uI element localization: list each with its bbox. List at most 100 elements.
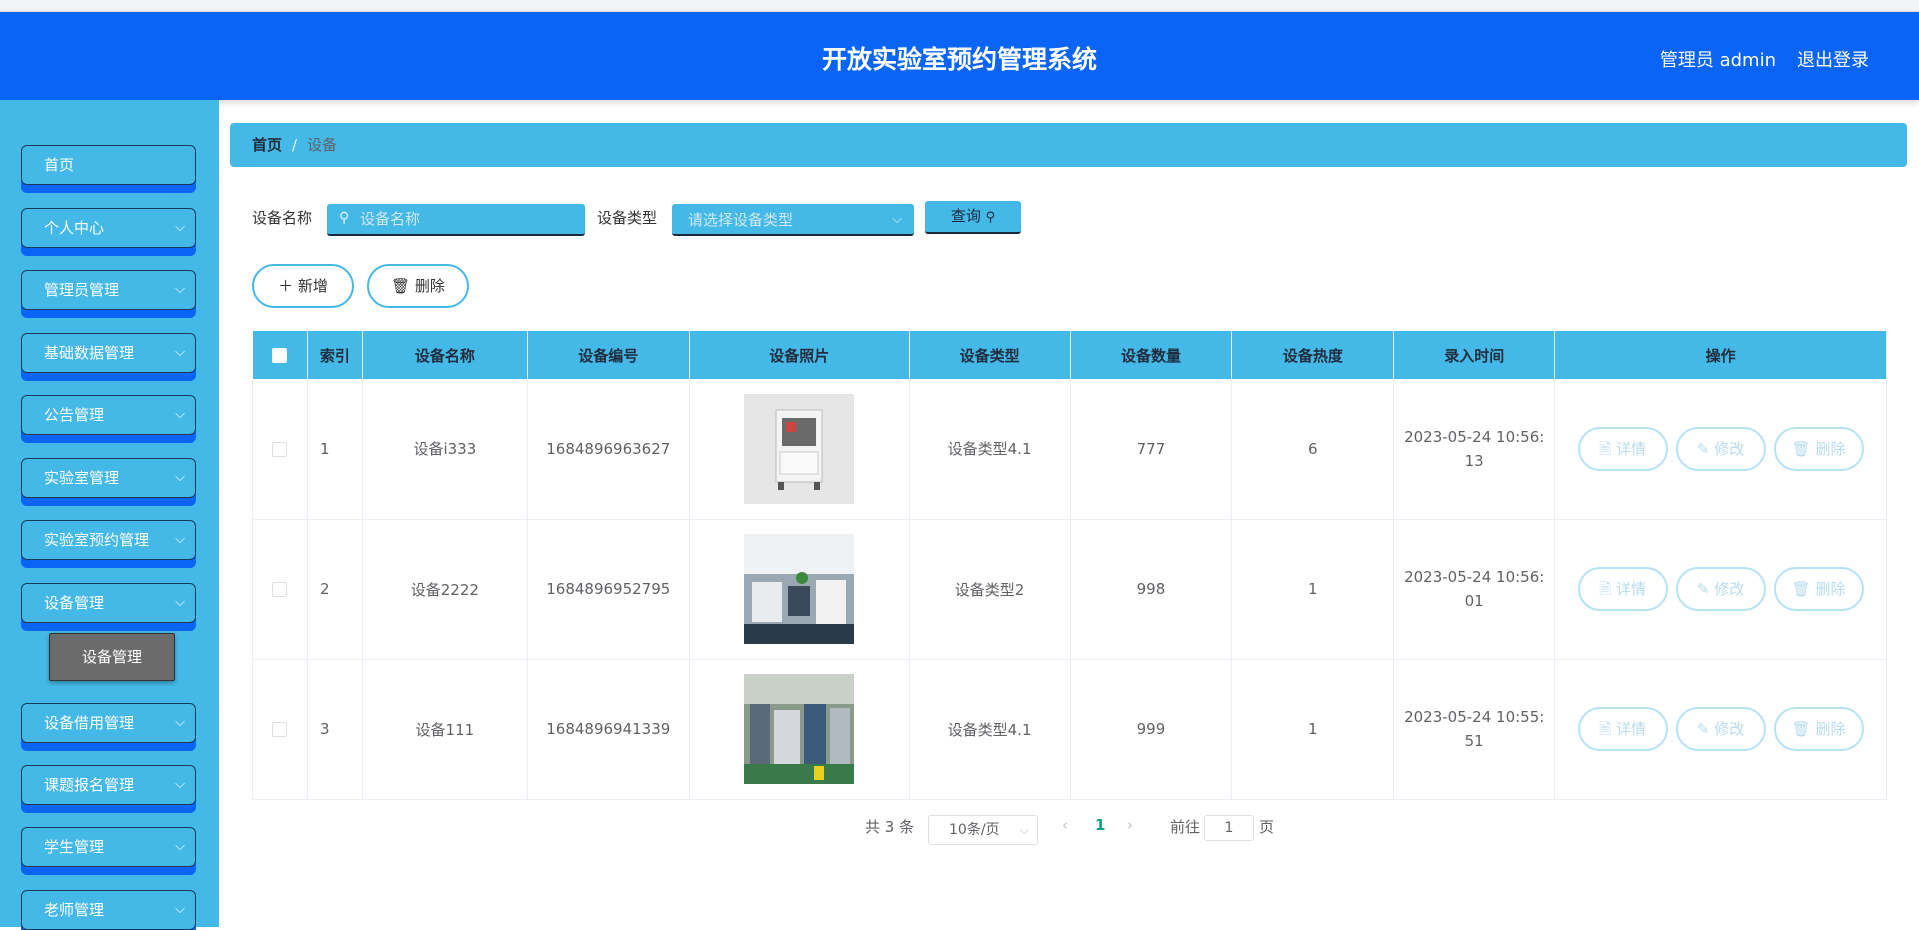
pagination-total: 共 3 条 [865, 818, 915, 836]
sidebar-item-lab-booking[interactable]: 实验室预约管理 ⌵ [21, 520, 196, 560]
trash-icon: 🗑 [1791, 720, 1811, 738]
delete-button[interactable]: 🗑 删除 [1773, 567, 1864, 611]
equipment-photo [744, 393, 855, 504]
edit-label: 修改 [1714, 720, 1745, 738]
sidebar-item-teacher[interactable]: 老师管理 ⌵ [21, 890, 196, 930]
batch-delete-button[interactable]: 🗑 删除 [367, 264, 469, 308]
row-checkbox[interactable] [272, 722, 288, 737]
submenu-item-equipment[interactable]: 设备管理 [49, 633, 175, 681]
page-size-select[interactable]: 10条/页 ⌵ [928, 815, 1038, 845]
sidebar-item-label: 课题报名管理 [44, 776, 135, 794]
chevron-down-icon: ⌵ [175, 595, 185, 610]
equipment-name-input[interactable] [327, 204, 585, 236]
sidebar-item-basic-data[interactable]: 基础数据管理 ⌵ [21, 333, 196, 373]
logout-link[interactable]: 退出登录 [1797, 46, 1869, 72]
edit-button[interactable]: ✎ 修改 [1675, 426, 1766, 471]
sidebar-item-label: 个人中心 [44, 219, 105, 237]
page-size-value: 10条/页 [949, 822, 1000, 838]
current-user-label: 管理员 admin [1659, 50, 1776, 71]
equipment-quantity: 998 [1070, 519, 1233, 660]
next-page-icon[interactable]: › [1127, 816, 1133, 834]
breadcrumb-home[interactable]: 首页 [252, 136, 282, 154]
row-checkbox[interactable] [272, 441, 288, 457]
entry-time-line: 51 [1464, 732, 1484, 750]
detail-button[interactable]: 🗎 详情 [1577, 426, 1668, 471]
equipment-quantity: 999 [1070, 659, 1233, 800]
add-button[interactable]: ＋ 新增 [252, 264, 354, 308]
delete-label: 删除 [1815, 580, 1846, 598]
column-header: 设备数量 [1070, 331, 1233, 379]
entry-time: 2023-05-24 10:56: 13 [1393, 379, 1556, 520]
sidebar-item-notice[interactable]: 公告管理 ⌵ [21, 395, 196, 435]
equipment-type-label: 设备类型 [597, 209, 658, 227]
sidebar-item-label: 学生管理 [44, 838, 105, 856]
browser-toolbar [0, 0, 1919, 12]
equipment-type: 设备类型4.1 [909, 379, 1071, 520]
chevron-down-icon: ⌵ [175, 407, 185, 422]
row-select-cell [252, 519, 308, 660]
row-select-cell [252, 379, 308, 520]
goto-page-input[interactable] [1204, 815, 1254, 841]
detail-button[interactable]: 🗎 详情 [1577, 707, 1668, 751]
sidebar-item-label: 设备管理 [44, 594, 105, 612]
entry-time: 2023-05-24 10:55: 51 [1393, 659, 1556, 800]
page-number-current[interactable]: 1 [1095, 816, 1105, 834]
prev-page-icon[interactable]: ‹ [1062, 816, 1068, 834]
equipment-photo-cell [689, 519, 910, 660]
search-icon: ⚲ [339, 210, 350, 226]
query-button-label: 查询 [950, 207, 981, 225]
equipment-quantity: 777 [1070, 379, 1233, 520]
document-icon: 🗎 [1599, 580, 1612, 598]
equipment-photo [744, 534, 855, 644]
edit-label: 修改 [1714, 580, 1745, 598]
equipment-name: 设备111 [362, 659, 528, 800]
equipment-name-label: 设备名称 [252, 209, 313, 227]
sidebar-item-home[interactable]: 首页 [21, 145, 196, 185]
equipment-code: 1684896941339 [527, 659, 690, 800]
trash-icon: 🗑 [1791, 580, 1811, 598]
select-all-cell [252, 331, 308, 379]
page-suffix: 页 [1259, 818, 1275, 836]
delete-button[interactable]: 🗑 删除 [1773, 426, 1864, 471]
select-all-checkbox[interactable] [272, 348, 288, 363]
edit-button[interactable]: ✎ 修改 [1675, 567, 1766, 611]
delete-label: 删除 [1815, 439, 1846, 458]
chevron-down-icon: ⌵ [892, 212, 902, 227]
document-icon: 🗎 [1599, 439, 1612, 458]
equipment-heat: 6 [1231, 379, 1395, 520]
delete-label: 删除 [1815, 720, 1846, 738]
sidebar-item-equipment[interactable]: 设备管理 ⌵ [21, 583, 196, 623]
pencil-icon: ✎ [1696, 439, 1710, 458]
equipment-type: 设备类型2 [909, 519, 1071, 660]
sidebar-item-lab[interactable]: 实验室管理 ⌵ [21, 458, 196, 498]
table-header-row: 索引 设备名称 设备编号 设备照片 设备类型 设备数量 设备热度 录入时间 操作 [252, 331, 1887, 379]
pencil-icon: ✎ [1696, 580, 1710, 598]
row-operations: 🗎 详情 ✎ 修改 🗑 删除 [1554, 379, 1887, 520]
sidebar-item-student[interactable]: 学生管理 ⌵ [21, 827, 196, 867]
query-button[interactable]: 查询 ⚲ [925, 201, 1021, 234]
detail-label: 详情 [1615, 720, 1646, 738]
plus-icon: ＋ [278, 277, 294, 295]
edit-button[interactable]: ✎ 修改 [1675, 707, 1766, 751]
sidebar-item-profile[interactable]: 个人中心 ⌵ [21, 208, 196, 248]
sidebar-item-label: 实验室预约管理 [44, 531, 150, 549]
entry-time-line: 01 [1464, 592, 1484, 610]
detail-button[interactable]: 🗎 详情 [1577, 567, 1668, 611]
pencil-icon: ✎ [1696, 720, 1710, 738]
sidebar-item-equipment-borrow[interactable]: 设备借用管理 ⌵ [21, 703, 196, 743]
row-operations: 🗎 详情 ✎ 修改 🗑 删除 [1554, 659, 1887, 800]
delete-button[interactable]: 🗑 删除 [1773, 707, 1864, 751]
sidebar-item-topic-signup[interactable]: 课题报名管理 ⌵ [21, 765, 196, 805]
row-checkbox[interactable] [272, 582, 288, 597]
equipment-code: 1684896952795 [527, 519, 690, 660]
sidebar-item-label: 基础数据管理 [44, 344, 135, 362]
equipment-type-select[interactable]: 请选择设备类型 ⌵ [672, 204, 914, 236]
trash-icon: 🗑 [391, 277, 411, 295]
table-row: 1 设备i333 1684896963627 设备类型4.1 777 6 202… [252, 379, 1887, 520]
row-operations: 🗎 详情 ✎ 修改 🗑 删除 [1554, 519, 1887, 660]
add-button-label: 新增 [297, 277, 328, 295]
entry-time-line: 2023-05-24 10:56: [1404, 568, 1545, 586]
chevron-down-icon: ⌵ [175, 470, 185, 485]
chevron-down-icon: ⌵ [175, 839, 185, 854]
sidebar-item-admin[interactable]: 管理员管理 ⌵ [21, 270, 196, 310]
